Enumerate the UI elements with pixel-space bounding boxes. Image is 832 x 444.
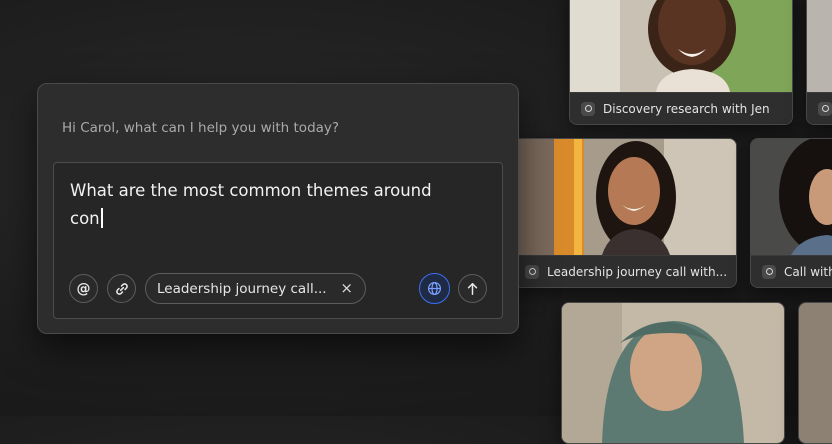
recording-thumbnail bbox=[514, 139, 736, 255]
at-icon: @ bbox=[76, 280, 91, 297]
web-search-toggle[interactable] bbox=[419, 273, 450, 304]
globe-icon bbox=[427, 281, 442, 296]
recording-thumbnail bbox=[807, 0, 832, 92]
recording-caption-bar bbox=[807, 92, 832, 124]
recording-icon bbox=[525, 264, 539, 279]
prompt-line-1: What are the most common themes around bbox=[70, 181, 432, 200]
attachment-chip-label: Leadership journey call... bbox=[157, 280, 327, 297]
recording-icon bbox=[581, 101, 595, 116]
recording-title: Leadership journey call with... bbox=[547, 264, 728, 279]
recording-icon bbox=[762, 264, 776, 279]
close-icon[interactable]: × bbox=[340, 281, 353, 296]
recording-icon bbox=[818, 101, 832, 116]
attach-link-button[interactable] bbox=[107, 274, 136, 303]
prompt-text[interactable]: What are the most common themes around c… bbox=[70, 177, 450, 233]
recording-card-partial-top[interactable] bbox=[806, 0, 832, 125]
recording-card-call-with[interactable]: Call with bbox=[750, 138, 832, 288]
prompt-line-2: con bbox=[70, 209, 100, 228]
mention-button[interactable]: @ bbox=[69, 274, 98, 303]
ai-chat-panel: Hi Carol, what can I help you with today… bbox=[37, 83, 519, 334]
arrow-up-icon bbox=[467, 282, 478, 295]
greeting-text: Hi Carol, what can I help you with today… bbox=[62, 120, 340, 136]
recording-thumbnail bbox=[799, 303, 832, 443]
prompt-input[interactable]: What are the most common themes around c… bbox=[53, 162, 503, 319]
recording-caption-bar: Leadership journey call with... bbox=[514, 255, 736, 287]
recording-thumbnail bbox=[570, 0, 792, 92]
link-icon bbox=[115, 282, 128, 295]
attachment-chip[interactable]: Leadership journey call... × bbox=[145, 273, 366, 304]
recording-caption-bar: Discovery research with Jen bbox=[570, 92, 792, 124]
recording-caption-bar: Call with bbox=[751, 255, 832, 287]
recording-card-discovery-research[interactable]: Discovery research with Jen bbox=[569, 0, 793, 125]
recording-card-bottom[interactable] bbox=[561, 302, 785, 444]
recording-title: Discovery research with Jen bbox=[603, 101, 770, 116]
recording-card-partial-bottom[interactable] bbox=[798, 302, 832, 444]
recording-thumbnail bbox=[562, 303, 784, 443]
recording-thumbnail bbox=[751, 139, 832, 255]
recording-card-leadership-journey[interactable]: Leadership journey call with... bbox=[513, 138, 737, 288]
recording-title: Call with bbox=[784, 264, 832, 279]
text-caret bbox=[100, 208, 103, 228]
send-button[interactable] bbox=[458, 274, 487, 303]
